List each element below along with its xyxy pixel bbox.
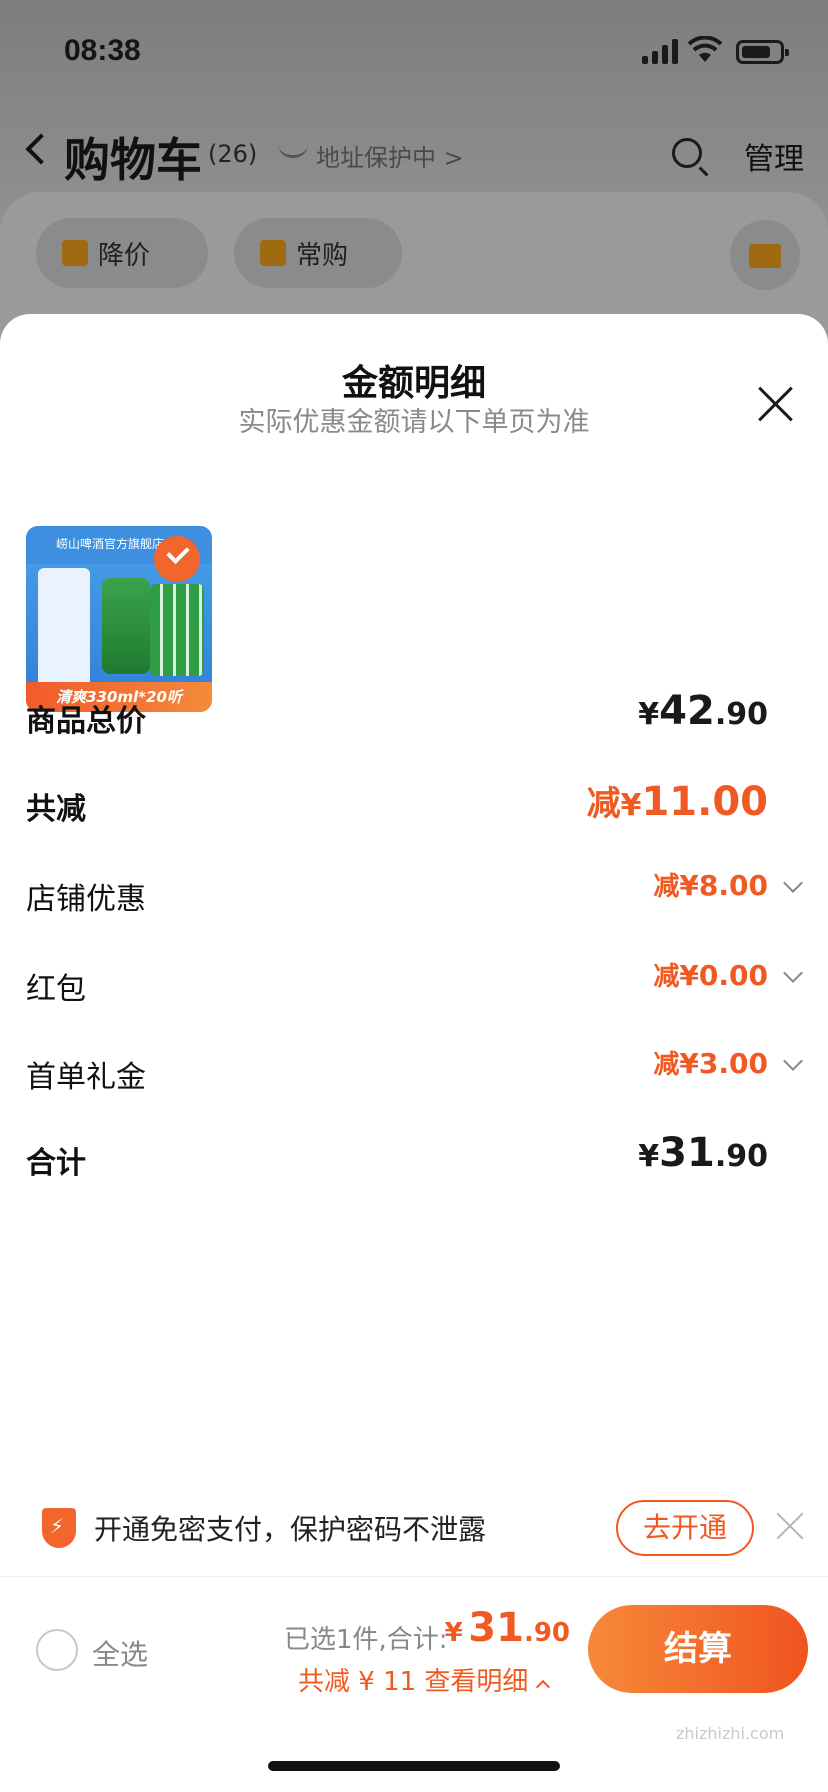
eye-closed-icon — [278, 144, 308, 158]
address-protect-link[interactable]: 地址保护中 > — [316, 138, 464, 173]
total-discount-label: 共减 — [26, 792, 86, 827]
total-label: 合计 — [26, 1146, 86, 1181]
red-packet-amount: 减¥0.00 — [653, 959, 768, 992]
password-free-text: 开通免密支付，保护密码不泄露 — [94, 1513, 487, 1546]
wifi-icon — [688, 36, 722, 62]
subtotal-row: 商品总价 ¥42.90 — [26, 688, 802, 748]
view-detail-link[interactable]: 共减 ¥ 11 查看明细 — [298, 1661, 551, 1698]
close-icon[interactable] — [776, 1512, 804, 1540]
chip-label: 降价 — [98, 240, 151, 271]
red-packet-label: 红包 — [26, 972, 86, 1007]
first-order-gift-amount: 减¥3.00 — [653, 1047, 768, 1080]
product-thumbnail[interactable]: 崂山啤酒官方旗舰店 清爽330ml*20听 — [26, 526, 212, 712]
home-indicator — [268, 1761, 560, 1771]
status-bar: 08:38 — [0, 0, 828, 100]
close-icon[interactable] — [756, 384, 796, 424]
discount-detail-text: 共减 ¥ 11 查看明细 — [298, 1667, 529, 1697]
cart-count: (26) — [208, 140, 258, 168]
watermark: zhizhizhi.com — [676, 1724, 785, 1743]
select-all-radio[interactable] — [36, 1629, 78, 1671]
first-order-gift-label: 首单礼金 — [26, 1060, 146, 1095]
subtotal-label: 商品总价 — [26, 704, 146, 739]
store-discount-amount: 减¥8.00 — [653, 869, 768, 902]
subtotal-amount: ¥42.90 — [638, 688, 768, 734]
bottom-total-amount: ¥ 31.90 — [444, 1605, 570, 1651]
cart-plus-icon — [260, 240, 286, 266]
back-arrow-icon[interactable] — [25, 133, 57, 165]
sheet-subtitle: 实际优惠金额请以下单页为准 — [238, 407, 590, 438]
total-discount-row: 共减 减¥11.00 — [26, 776, 802, 836]
beer-can-image — [102, 578, 150, 674]
total-discount-amount: 减¥11.00 — [586, 779, 768, 825]
select-all-label[interactable]: 全选 — [92, 1633, 148, 1673]
store-discount-row[interactable]: 店铺优惠 减¥8.00 — [26, 866, 803, 926]
password-free-pay-strip: 开通免密支付，保护密码不泄露 去开通 — [0, 1488, 828, 1572]
chip-label: 常购 — [296, 240, 349, 271]
selected-summary: 已选1件,合计: ¥ 31.90 — [284, 1605, 570, 1655]
first-order-gift-row[interactable]: 首单礼金 减¥3.00 — [26, 1044, 803, 1104]
selected-check-icon — [154, 536, 200, 582]
sheet-title: 金额明细 — [341, 363, 486, 404]
checkout-button[interactable]: 结算 — [588, 1605, 808, 1693]
folder-icon[interactable] — [730, 220, 800, 290]
chevron-down-icon[interactable] — [783, 963, 803, 983]
enable-button[interactable]: 去开通 — [616, 1500, 754, 1556]
thumb-store-name: 崂山啤酒官方旗舰店 — [56, 537, 165, 551]
price-drop-icon — [62, 240, 88, 266]
signal-icon — [642, 38, 678, 64]
cart-nav-bar: 购物车 (26) 地址保护中 > 管理 — [0, 118, 828, 190]
checkout-bar: 全选 已选1件,合计: ¥ 31.90 共减 ¥ 11 查看明细 结算 — [0, 1576, 828, 1792]
chevron-down-icon[interactable] — [783, 1051, 803, 1071]
chevron-down-icon[interactable] — [783, 873, 803, 893]
shield-icon — [42, 1508, 76, 1548]
frequent-buy-chip[interactable]: 常购 — [234, 218, 402, 288]
red-packet-row[interactable]: 红包 减¥0.00 — [26, 956, 803, 1016]
store-discount-label: 店铺优惠 — [26, 882, 146, 917]
beer-case-image — [150, 584, 204, 676]
selected-count-label: 已选1件,合计: — [284, 1625, 448, 1655]
status-time: 08:38 — [64, 34, 141, 67]
total-amount: ¥31.90 — [638, 1130, 768, 1176]
chevron-up-icon — [536, 1679, 551, 1695]
total-row: 合计 ¥31.90 — [26, 1130, 802, 1190]
manage-button[interactable]: 管理 — [744, 134, 804, 178]
search-icon[interactable] — [672, 138, 702, 168]
cart-title: 购物车 — [64, 133, 202, 187]
battery-icon — [736, 40, 789, 64]
price-drop-chip[interactable]: 降价 — [36, 218, 208, 288]
thumb-gift-panel — [38, 568, 90, 688]
